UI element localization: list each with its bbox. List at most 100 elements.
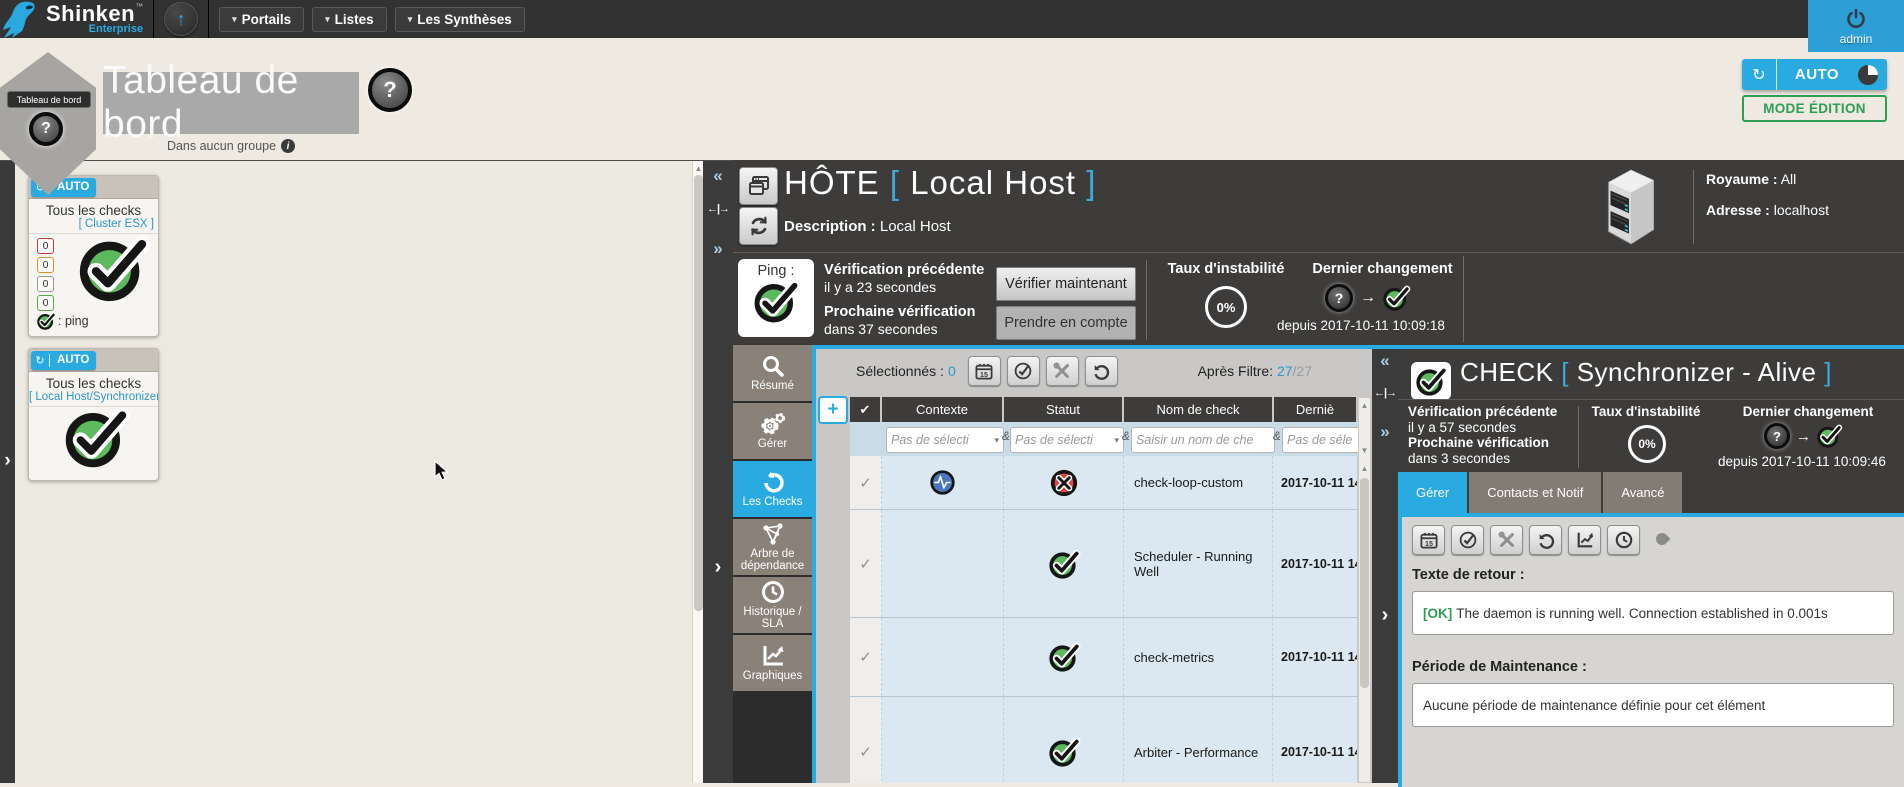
collapse-left-icon[interactable]: «	[1372, 351, 1398, 371]
sidebar-tab-graphiques[interactable]: Graphiques	[733, 635, 812, 691]
status-filter-select[interactable]: Pas de sélecti▾	[1010, 427, 1124, 453]
collapse-right-icon[interactable]: »	[1372, 422, 1398, 442]
info-icon[interactable]: i	[281, 139, 295, 153]
resize-handle-icon[interactable]: ←|→	[703, 203, 733, 215]
scroll-up-icon[interactable]: ▲	[1359, 401, 1370, 410]
check-panel-splitter[interactable]: « ←|→ » ›	[1372, 349, 1398, 783]
menu-listes[interactable]: ▾ Listes	[312, 7, 387, 32]
select-all-header[interactable]: ✔	[850, 397, 880, 422]
ping-status-card[interactable]: Ping :	[738, 259, 814, 337]
name-filter-input[interactable]: Saisir un nom de che	[1131, 427, 1275, 453]
tab-avanc[interactable]: Avancé	[1603, 472, 1682, 513]
check-circle-button[interactable]	[1007, 356, 1040, 386]
edit-mode-button[interactable]: MODE ÉDITION	[1742, 95, 1887, 122]
menu-portails[interactable]: ▾ Portails	[219, 7, 304, 32]
table-header: ✔ Contexte Statut Nom de check Derniè	[850, 397, 1356, 422]
selected-count: 0	[948, 363, 956, 379]
host-description: Description : Local Host	[784, 218, 951, 235]
shinken-logo[interactable]: Shinken™ Enterprise	[0, 0, 143, 38]
chart-icon	[761, 644, 785, 668]
scroll-down-icon[interactable]: ▼	[1359, 446, 1370, 455]
expand-panel-icon[interactable]: ›	[1372, 604, 1398, 627]
output-box: [OK] The daemon is running well. Connect…	[1412, 591, 1894, 635]
check-circle-button[interactable]	[1451, 525, 1484, 555]
status-unknown-icon: ?	[1764, 423, 1790, 449]
widget-checks-synchronizer[interactable]: ↻ AUTO Tous les checks [ Local Host/Sync…	[28, 348, 159, 481]
widget-checks-cluster-esx[interactable]: ↻ AUTO Tous les checks [ Cluster ESX ] 0…	[28, 175, 159, 337]
calendar-button[interactable]: 15	[968, 356, 1001, 386]
sidebar-tab-les-checks[interactable]: Les Checks	[733, 461, 812, 517]
tab-g-rer[interactable]: Gérer	[1398, 472, 1467, 513]
collapse-right-icon[interactable]: »	[703, 239, 733, 259]
sidebar-tab-r-sum[interactable]: Résumé	[733, 345, 812, 401]
left-collapsed-panel[interactable]: ›	[0, 161, 15, 783]
resize-handle-icon[interactable]: ←|→	[1372, 387, 1398, 399]
row-select[interactable]: ✓	[850, 618, 882, 696]
clock-button[interactable]	[1607, 525, 1640, 555]
pulse-icon	[929, 469, 956, 496]
table-body: ✓ check-loop-custom2017-10-11 14✓ Schedu…	[850, 456, 1371, 783]
refresh-icon[interactable]: ↻	[1742, 59, 1777, 90]
menu-les-syntheses[interactable]: ▾ Les Synthèses	[395, 7, 525, 32]
widget-scope-link[interactable]: [ Local Host/Synchronizer... ]	[29, 391, 158, 407]
host-panel: HÔTE [ Local Host ] Description : Local …	[733, 160, 1904, 345]
collapse-left-icon[interactable]: «	[703, 166, 733, 186]
check-name: Synchronizer - Alive	[1577, 357, 1817, 387]
check-now-button[interactable]: Vérifier maintenant	[996, 267, 1136, 301]
row-date: 2017-10-11 14	[1273, 456, 1357, 509]
widget-auto-button[interactable]: ↻ AUTO	[31, 351, 96, 370]
user-menu[interactable]: admin	[1808, 0, 1904, 52]
sidebar-tab-historique-sla[interactable]: Historique / SLA	[733, 577, 812, 633]
table-row[interactable]: ✓ Scheduler - Running Well2017-10-11 14	[850, 510, 1358, 618]
host-realm: Royaume : All	[1706, 172, 1796, 186]
sidebar-tab-arbre-de-d-pendance[interactable]: Arbre de dépendance	[733, 519, 812, 575]
sidebar-tab-label: Graphiques	[743, 670, 802, 682]
undo-button[interactable]	[1085, 356, 1118, 386]
table-row[interactable]: ✓ Arbiter - Performance2017-10-11 14	[850, 697, 1358, 783]
status-ok-icon	[1817, 424, 1841, 448]
status-ok-icon	[754, 279, 798, 323]
tools-button[interactable]	[1490, 525, 1523, 555]
table-row[interactable]: ✓ check-loop-custom2017-10-11 14	[850, 456, 1358, 510]
row-select[interactable]: ✓	[850, 697, 882, 783]
window-button[interactable]	[739, 167, 778, 205]
table-scrollbar[interactable]: ▲ ▼ ▲	[1358, 397, 1371, 783]
scroll-top-button[interactable]: ↑	[164, 2, 198, 36]
col-derniere[interactable]: Derniè	[1274, 397, 1356, 422]
chart-button[interactable]	[1568, 525, 1601, 555]
expand-panel-icon[interactable]: ›	[703, 556, 733, 579]
status-ok-icon	[1383, 285, 1409, 311]
table-row[interactable]: ✓ check-metrics2017-10-11 14	[850, 618, 1358, 697]
checks-panel: Sélectionnés : 0 15 Après Filtre: 27/27 …	[812, 345, 1372, 783]
help-icon[interactable]: ?	[29, 112, 63, 146]
row-date: 2017-10-11 14	[1273, 697, 1357, 783]
auto-refresh-button[interactable]: ↻ AUTO	[1742, 59, 1887, 90]
row-select[interactable]: ✓	[850, 510, 882, 617]
add-check-button[interactable]: +	[818, 396, 848, 424]
tab-contacts-et-notif[interactable]: Contacts et Notif	[1469, 472, 1601, 513]
row-select[interactable]: ✓	[850, 456, 882, 509]
scroll-up-icon[interactable]: ▲	[1359, 464, 1370, 473]
scrollbar-thumb[interactable]	[694, 175, 703, 611]
date-filter-select[interactable]: Pas de séle	[1282, 427, 1366, 453]
col-nom-de-check[interactable]: Nom de check	[1124, 397, 1272, 422]
sidebar-tab-g-rer[interactable]: Gérer	[733, 403, 812, 459]
host-panel-splitter[interactable]: « ←|→ » ›	[703, 161, 733, 783]
pin-button[interactable]	[1646, 525, 1677, 553]
calendar-button[interactable]: 15	[1412, 525, 1445, 555]
hex-badge-label: Tableau de bord	[7, 91, 91, 108]
server-icon	[1600, 166, 1662, 248]
page-help-icon[interactable]: ?	[368, 68, 412, 112]
col-contexte[interactable]: Contexte	[882, 397, 1002, 422]
row-status	[1004, 456, 1124, 509]
tools-button[interactable]	[1046, 356, 1079, 386]
widget-scope-link[interactable]: [ Cluster ESX ]	[29, 218, 158, 234]
context-filter-select[interactable]: Pas de sélecti▾	[886, 427, 1004, 453]
expand-left-panel-icon[interactable]: ›	[0, 450, 15, 472]
scrollbar-thumb[interactable]	[1360, 478, 1369, 688]
col-statut[interactable]: Statut	[1004, 397, 1122, 422]
acknowledge-button[interactable]: Prendre en compte	[996, 306, 1136, 340]
refresh-host-button[interactable]	[739, 207, 778, 245]
output-label: Texte de retour :	[1412, 567, 1525, 583]
undo-button[interactable]	[1529, 525, 1562, 555]
